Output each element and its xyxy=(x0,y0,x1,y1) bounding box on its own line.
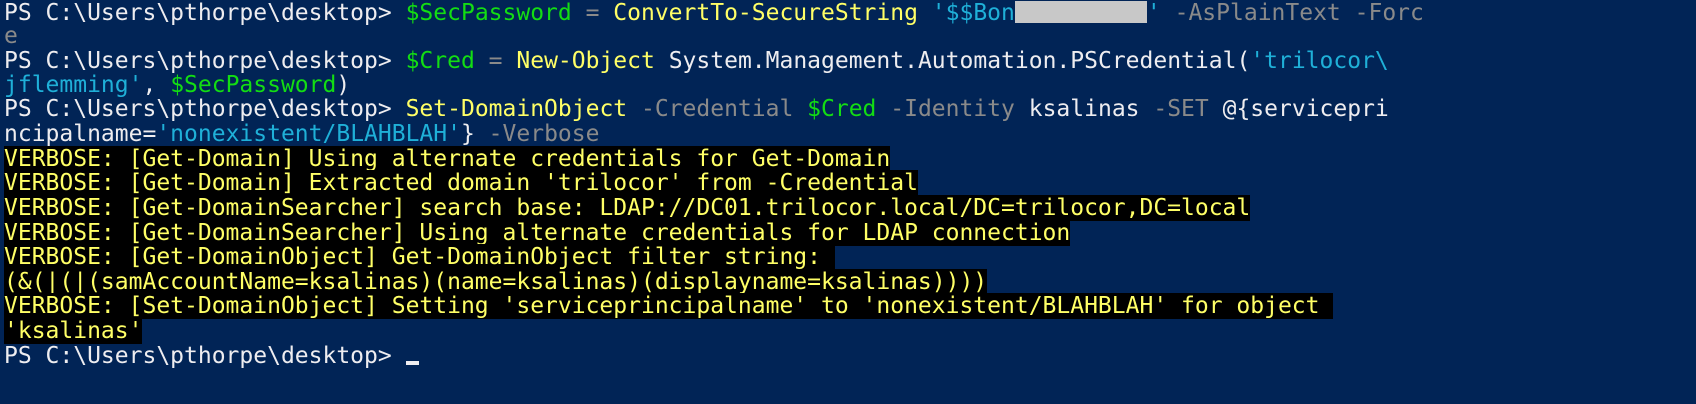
cmdlet-convertto-securestring: ConvertTo-SecureString xyxy=(613,0,918,26)
parameter-identity: -Identity xyxy=(876,96,1029,122)
hashtable-close: } xyxy=(460,121,475,147)
identity-value: ksalinas xyxy=(1028,96,1140,122)
console-line-active-prompt[interactable]: PS C:\Users\pthorpe\desktop> xyxy=(4,343,419,370)
console-line-cmd3-wrap: ncipalname='nonexistent/BLAHBLAH'} -Verb… xyxy=(4,121,599,148)
assignment-operator: = xyxy=(571,0,614,26)
text-cursor xyxy=(405,361,419,365)
parameter-wrap: e xyxy=(4,23,18,49)
parameter-set: -SET xyxy=(1139,96,1223,122)
console-line-cmd1-wrap: e xyxy=(4,23,18,50)
console-line-cmd2: PS C:\Users\pthorpe\desktop> $Cred = New… xyxy=(4,48,1389,75)
prompt: PS C:\Users\pthorpe\desktop> xyxy=(4,343,406,369)
console-line-cmd3: PS C:\Users\pthorpe\desktop> Set-DomainO… xyxy=(4,96,1389,123)
username-string-start: 'trilocor\ xyxy=(1250,48,1389,74)
hashtable-key: ncipalname= xyxy=(4,121,157,147)
verbose-line-5: VERBOSE: [Get-DomainObject] Get-DomainOb… xyxy=(4,244,835,271)
verbose-line-8: 'ksalinas' xyxy=(4,318,143,345)
password-string-end: ' xyxy=(1146,0,1161,26)
parameter-verbose: -Verbose xyxy=(474,121,600,147)
verbose-text: 'ksalinas' xyxy=(4,318,143,344)
console-line-cmd2-wrap: jflemming', $SecPassword) xyxy=(4,72,350,99)
password-string-start: '$$Bon xyxy=(931,0,1015,26)
verbose-text: VERBOSE: [Get-Domain] Using alternate cr… xyxy=(4,146,891,172)
prompt: PS C:\Users\pthorpe\desktop> xyxy=(4,96,406,122)
redacted-password-block xyxy=(1014,1,1147,23)
variable-cred: $Cred xyxy=(405,48,475,74)
verbose-text: VERBOSE: [Get-DomainSearcher] Using alte… xyxy=(4,220,1071,246)
verbose-line-6: (&(|(|(samAccountName=ksalinas)(name=ksa… xyxy=(4,269,988,296)
variable-secpassword: $SecPassword xyxy=(405,0,572,26)
verbose-line-7: VERBOSE: [Set-DomainObject] Setting 'ser… xyxy=(4,293,1334,320)
parameter-asplaintext-force: -AsPlainText -Forc xyxy=(1174,0,1424,26)
parameter-credential: -Credential xyxy=(627,96,808,122)
verbose-line-3: VERBOSE: [Get-DomainSearcher] search bas… xyxy=(4,195,1251,222)
close-paren: ) xyxy=(336,72,351,98)
comma: , xyxy=(142,72,171,98)
variable-secpassword: $SecPassword xyxy=(170,72,337,98)
powershell-console[interactable]: PS C:\Users\pthorpe\desktop> $SecPasswor… xyxy=(0,0,1696,404)
username-string-end: jflemming' xyxy=(4,72,143,98)
spn-string: 'nonexistent/BLAHBLAH' xyxy=(156,121,461,147)
verbose-text: VERBOSE: [Get-DomainSearcher] search bas… xyxy=(4,195,1251,221)
verbose-text: (&(|(|(samAccountName=ksalinas)(name=ksa… xyxy=(4,269,988,295)
assignment-operator: = xyxy=(474,48,517,74)
hashtable-start: @{servicepri xyxy=(1222,96,1389,122)
cmdlet-set-domainobject: Set-DomainObject xyxy=(405,96,628,122)
verbose-line-2: VERBOSE: [Get-Domain] Extracted domain '… xyxy=(4,170,918,197)
prompt: PS C:\Users\pthorpe\desktop> xyxy=(4,48,406,74)
verbose-line-1: VERBOSE: [Get-Domain] Using alternate cr… xyxy=(4,146,891,173)
prompt: PS C:\Users\pthorpe\desktop> xyxy=(4,0,406,26)
verbose-text: VERBOSE: [Get-DomainObject] Get-DomainOb… xyxy=(4,244,835,270)
cmdlet-new-object: New-Object xyxy=(516,48,655,74)
console-line-cmd1: PS C:\Users\pthorpe\desktop> $SecPasswor… xyxy=(4,0,1424,27)
verbose-text: VERBOSE: [Get-Domain] Extracted domain '… xyxy=(4,170,918,196)
pscredential-type: System.Management.Automation.PSCredentia… xyxy=(654,48,1251,74)
verbose-text: VERBOSE: [Set-DomainObject] Setting 'ser… xyxy=(4,293,1334,319)
verbose-line-4: VERBOSE: [Get-DomainSearcher] Using alte… xyxy=(4,220,1071,247)
variable-cred: $Cred xyxy=(807,96,877,122)
